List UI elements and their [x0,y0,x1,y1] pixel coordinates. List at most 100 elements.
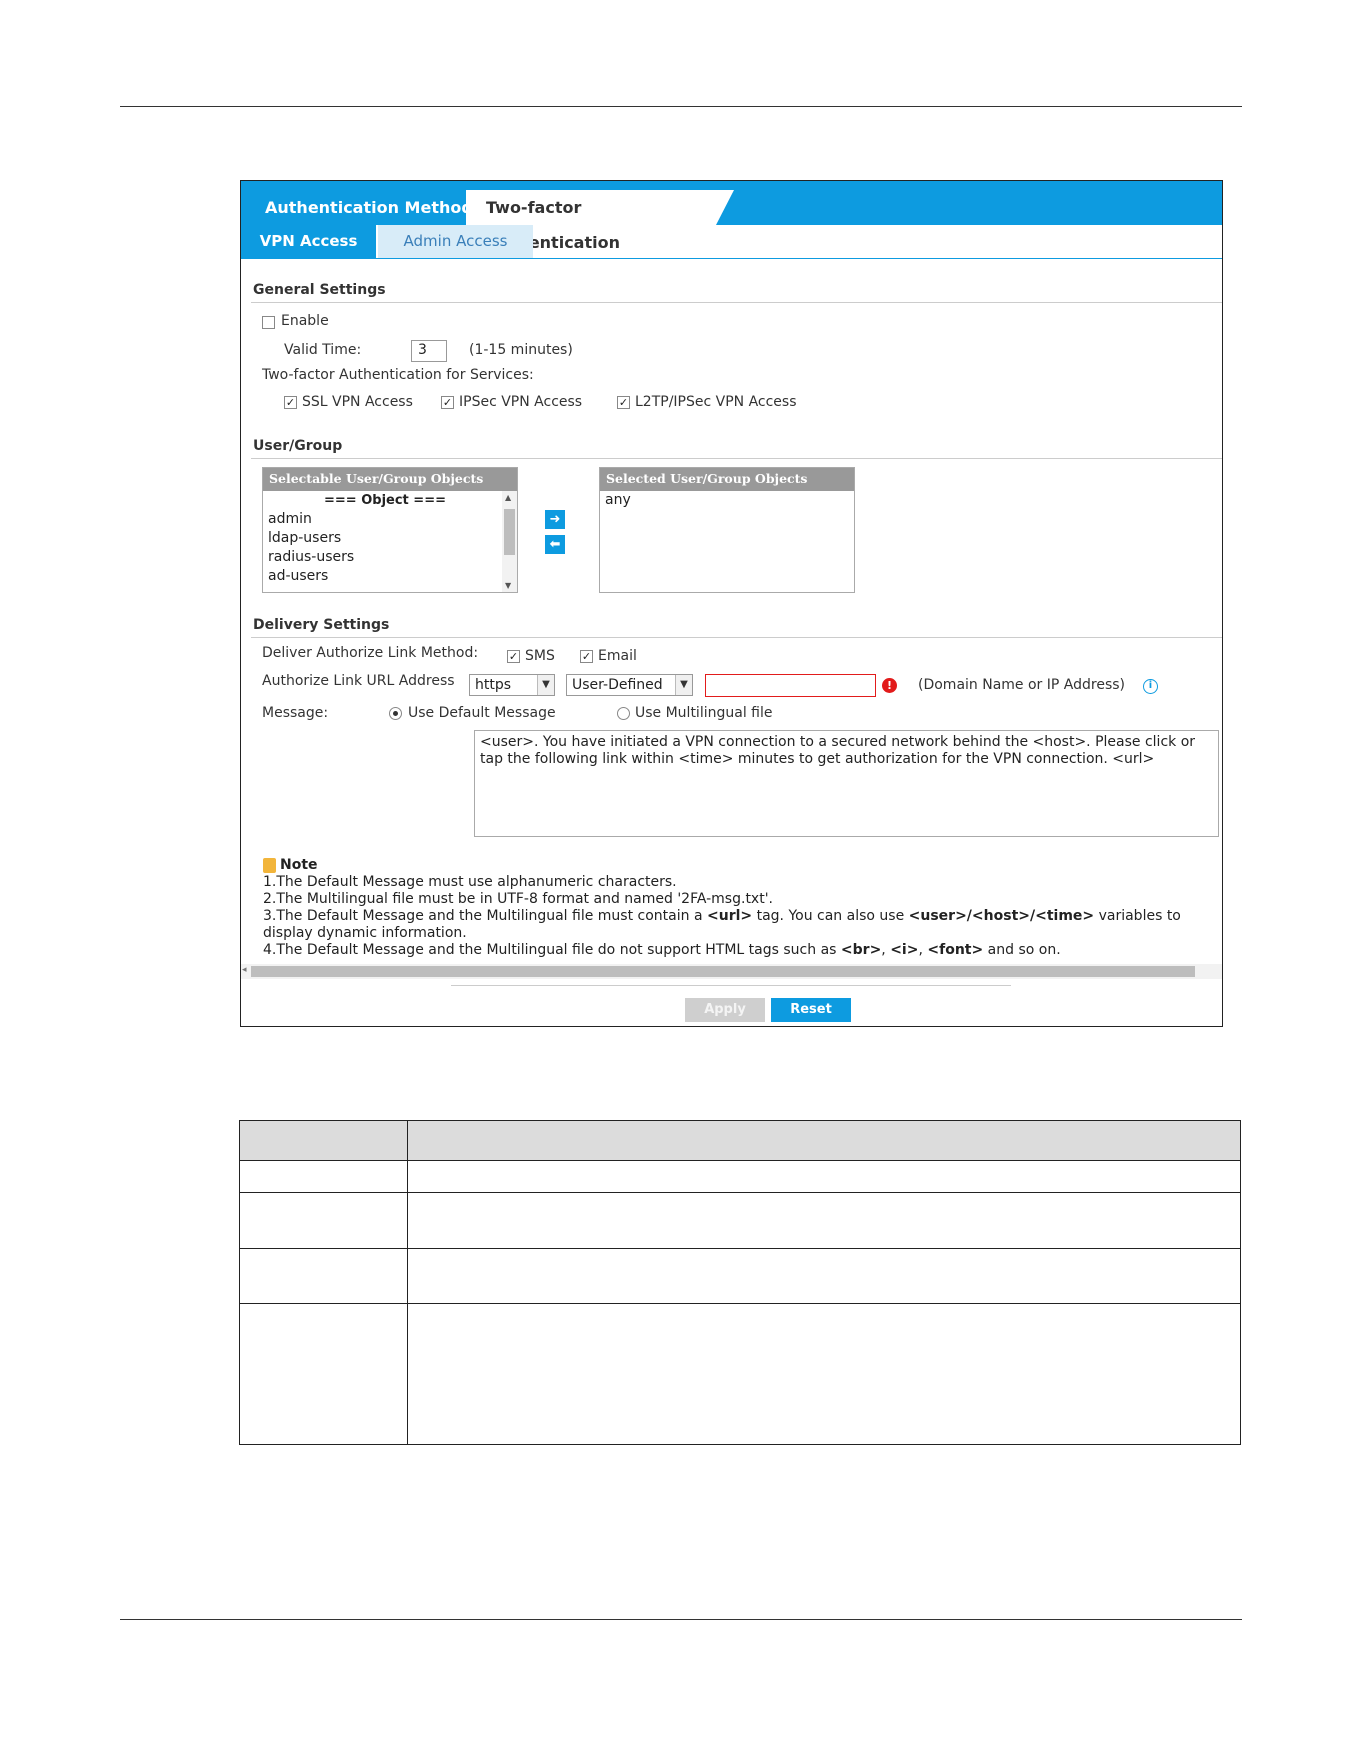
multilingual-file-radio[interactable] [617,707,630,720]
sms-label: SMS [525,648,555,664]
description-table [239,1120,1241,1445]
general-settings-title: General Settings [253,282,386,298]
footer-divider [451,985,1011,986]
list-item[interactable]: admin [263,510,517,529]
table-cell [239,1303,408,1445]
subtab-vpn-access[interactable]: VPN Access [241,225,376,258]
table-cell [239,1192,408,1249]
apply-button[interactable]: Apply [685,998,765,1022]
ssl-vpn-label: SSL VPN Access [302,394,413,410]
message-textarea[interactable]: <user>. You have initiated a VPN connect… [474,730,1219,837]
address-input[interactable] [705,674,876,697]
table-cell [239,1248,408,1304]
page-header-rule [120,106,1242,107]
note-text: , [881,942,891,958]
enable-label: Enable [281,313,329,329]
protocol-value: https [475,677,512,693]
scroll-left-icon[interactable]: ◂ [242,965,247,975]
protocol-select[interactable]: https ▼ [469,674,555,696]
info-icon[interactable]: i [1143,679,1158,694]
chevron-down-icon[interactable]: ▼ [537,675,554,695]
note-line-4: 4.The Default Message and the Multilingu… [263,942,1218,959]
two-factor-auth-screen: Authentication Method Two-factor Authent… [240,180,1223,1027]
default-message-radio[interactable] [389,707,402,720]
sub-tab-bar: VPN Access Admin Access [241,225,1222,259]
selectable-objects-list[interactable]: Selectable User/Group Objects === Object… [262,467,518,593]
list-item[interactable]: radius-users [263,548,517,567]
address-type-select[interactable]: User-Defined ▼ [566,674,693,696]
valid-time-input[interactable]: 3 [411,340,447,362]
reset-button[interactable]: Reset [771,998,851,1022]
url-address-label: Authorize Link URL Address [262,673,455,689]
email-checkbox[interactable]: ✓ [580,650,593,663]
scroll-thumb[interactable] [251,966,1195,977]
note-tag: <url> [707,908,753,924]
tab-authentication-method[interactable]: Authentication Method [245,190,493,225]
message-label: Message: [262,705,329,721]
sms-checkbox[interactable]: ✓ [507,650,520,663]
tab-two-factor-authentication[interactable]: Two-factor Authentication [466,190,716,252]
services-label: Two-factor Authentication for Services: [262,367,534,383]
note-text: tag. You can also use [752,908,909,924]
table-cell [407,1192,1241,1249]
user-group-title: User/Group [253,438,343,454]
scroll-up-icon[interactable]: ▲ [505,493,511,502]
arrow-left-icon[interactable]: ⬅ [545,535,565,554]
main-tab-bar: Authentication Method Two-factor Authent… [241,181,1222,252]
list-item[interactable]: ad-users [263,567,517,586]
ipsec-vpn-label: IPSec VPN Access [459,394,583,410]
section-divider [251,458,1222,459]
ssl-vpn-checkbox[interactable]: ✓ [284,396,297,409]
arrow-right-icon[interactable]: ➜ [545,510,565,529]
list-item[interactable]: ldap-users [263,529,517,548]
note-heading: Note [263,857,1218,874]
scroll-thumb[interactable] [504,509,515,555]
enable-checkbox[interactable] [262,316,275,329]
note-tag: <font> [927,942,984,958]
section-divider [251,302,1222,303]
valid-time-hint: (1-15 minutes) [469,342,573,358]
note-line-3: 3.The Default Message and the Multilingu… [263,908,1218,942]
table-row [239,1303,1241,1445]
note-line-1: 1.The Default Message must use alphanume… [263,874,677,890]
table-row [239,1160,1241,1193]
table-cell [239,1160,408,1193]
list-item[interactable]: any [600,491,854,510]
note-line-2: 2.The Multilingual file must be in UTF-8… [263,891,774,907]
multilingual-file-label: Use Multilingual file [635,705,773,721]
note-tag: <user>/<host>/<time> [908,908,1095,924]
default-message-label: Use Default Message [408,705,556,721]
table-cell [407,1120,1241,1161]
table-row [239,1248,1241,1304]
address-hint: (Domain Name or IP Address) [918,677,1125,693]
table-row [239,1192,1241,1249]
table-cell [407,1160,1241,1193]
note-text: 3.The Default Message and the Multilingu… [263,908,707,924]
delivery-settings-title: Delivery Settings [253,617,390,633]
note-tag: <br> [840,942,882,958]
l2tp-vpn-label: L2TP/IPSec VPN Access [635,394,797,410]
note-text: 4.The Default Message and the Multilingu… [263,942,841,958]
table-cell [239,1120,408,1161]
table-cell [407,1248,1241,1304]
chevron-down-icon[interactable]: ▼ [675,675,692,695]
selected-objects-list[interactable]: Selected User/Group Objects any [599,467,855,593]
section-divider [251,637,1222,638]
list-item: === Object === [324,493,446,508]
horizontal-scrollbar[interactable]: ◂ [241,964,1222,979]
l2tp-vpn-checkbox[interactable]: ✓ [617,396,630,409]
address-type-value: User-Defined [572,677,663,693]
note-tag: <i> [890,942,919,958]
selected-objects-header: Selected User/Group Objects [600,468,854,491]
email-label: Email [598,648,637,664]
subtab-admin-access[interactable]: Admin Access [378,225,533,258]
valid-time-label: Valid Time: [284,342,362,358]
note-title: Note [280,857,318,873]
note-icon [263,858,276,873]
list-scrollbar[interactable]: ▲ ▼ [502,491,517,592]
scroll-down-icon[interactable]: ▼ [505,581,511,590]
ipsec-vpn-checkbox[interactable]: ✓ [441,396,454,409]
page-footer-rule [120,1619,1242,1620]
note-text: and so on. [983,942,1061,958]
deliver-method-label: Deliver Authorize Link Method: [262,645,479,661]
